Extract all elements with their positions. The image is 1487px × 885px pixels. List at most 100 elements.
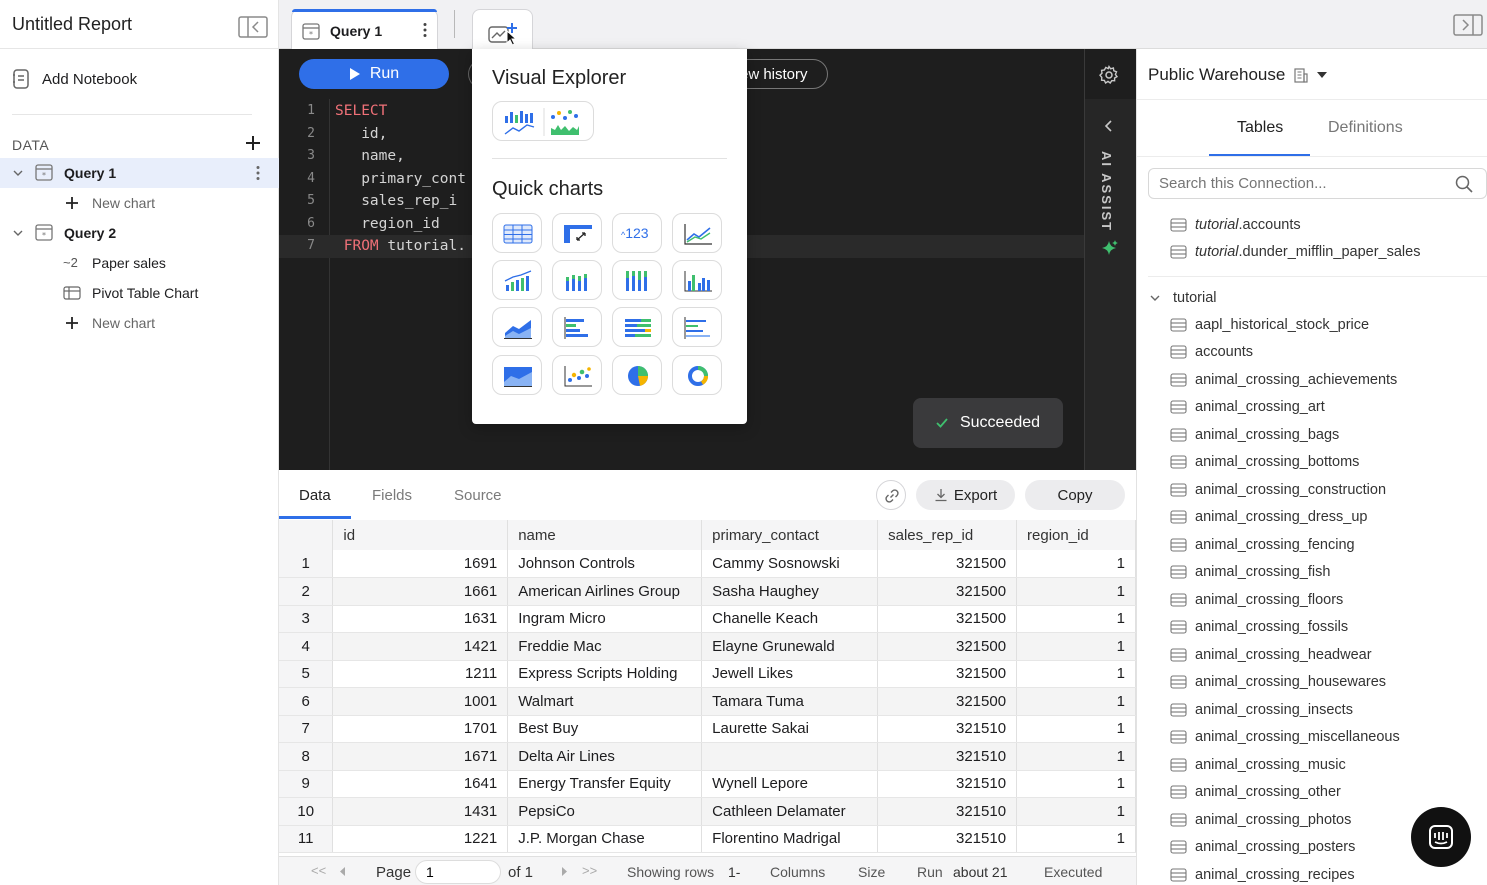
table-item[interactable]: animal_crossing_dress_up (1170, 504, 1368, 532)
table-item[interactable]: aapl_historical_stock_price (1170, 311, 1369, 339)
pinned-table-item[interactable]: tutorial.dunder_mifflin_paper_sales (1170, 239, 1420, 267)
more-vertical-icon[interactable] (255, 165, 261, 181)
chart-type-stacked-horizontal-bar[interactable] (612, 307, 662, 347)
table-item[interactable]: animal_crossing_insects (1170, 696, 1353, 724)
tab-tables[interactable]: Tables (1237, 119, 1283, 137)
chart-type-100-stacked-bar[interactable] (612, 260, 662, 300)
table-cell: 1 (1016, 577, 1136, 606)
chart-type-bar-line[interactable] (492, 260, 542, 300)
settings-gear-icon[interactable] (1099, 65, 1119, 85)
table-header: id name primary_contact sales_rep_id region_… (279, 520, 1136, 550)
chart-type-pie[interactable] (612, 355, 662, 395)
table-item[interactable]: animal_crossing_floors (1170, 586, 1343, 614)
tab-definitions[interactable]: Definitions (1328, 119, 1403, 137)
add-data-icon[interactable] (245, 135, 261, 151)
table-item[interactable]: animal_crossing_photos (1170, 806, 1351, 834)
chart-type-bar-list[interactable] (672, 307, 722, 347)
new-chart-button[interactable]: New chart (0, 188, 279, 218)
table-item[interactable]: animal_crossing_fencing (1170, 531, 1355, 559)
column-header[interactable]: sales_rep_id (877, 520, 1018, 550)
tree-item-query-1[interactable]: * Query 1 (0, 158, 279, 188)
run-button[interactable]: Run (299, 59, 449, 89)
search-input[interactable] (1149, 169, 1449, 198)
table-item[interactable]: animal_crossing_bottoms (1170, 449, 1359, 477)
table-row[interactable]: 8 1671 Delta Air Lines 321510 1 (279, 742, 1136, 771)
column-header[interactable]: id (332, 520, 509, 550)
table-row[interactable]: 10 1431 PepsiCo Cathleen Delamater 321510 1 (279, 797, 1136, 826)
chat-launcher-button[interactable] (1411, 807, 1471, 867)
table-item[interactable]: animal_crossing_posters (1170, 834, 1355, 862)
schema-tutorial[interactable]: tutorial (1149, 290, 1217, 306)
table-item[interactable]: animal_crossing_achievements (1170, 366, 1397, 394)
chart-type-horizontal-bar[interactable] (552, 307, 602, 347)
page-number-input[interactable] (415, 860, 501, 884)
table-row[interactable]: 3 1631 Ingram Micro Chanelle Keach 321500 1 (279, 605, 1136, 633)
prev-page-icon[interactable] (340, 867, 346, 876)
table-row[interactable]: 6 1001 Walmart Tamara Tuma 321500 1 (279, 687, 1136, 716)
table-item[interactable]: animal_crossing_construction (1170, 476, 1386, 504)
copy-link-button[interactable] (876, 480, 906, 510)
chart-type-stacked-area[interactable] (492, 355, 542, 395)
column-header[interactable]: primary_contact (701, 520, 879, 550)
tab-fields[interactable]: Fields (372, 487, 412, 504)
tab-query-1[interactable]: * Query 1 (291, 9, 438, 49)
add-chart-tab-button[interactable] (472, 9, 533, 49)
table-row[interactable]: 4 1421 Freddie Mac Elayne Grunewald 321500 1 (279, 632, 1136, 661)
chart-type-pivot-table[interactable] (552, 213, 602, 253)
table-row[interactable]: 7 1701 Best Buy Laurette Sakai 321510 1 (279, 715, 1136, 743)
table-item[interactable]: animal_crossing_art (1170, 394, 1325, 422)
chevron-left-icon[interactable] (1103, 119, 1113, 133)
table-item[interactable]: animal_crossing_miscellaneous (1170, 724, 1400, 752)
chart-type-area[interactable] (492, 307, 542, 347)
search-icon[interactable] (1455, 175, 1473, 193)
table-item[interactable]: animal_crossing_headwear (1170, 641, 1372, 669)
warehouse-selector[interactable]: Public Warehouse (1148, 65, 1328, 85)
chart-type-line[interactable] (672, 213, 722, 253)
table-row[interactable]: 2 1661 American Airlines Group Sasha Haughe… (279, 577, 1136, 606)
report-title[interactable]: Untitled Report (12, 14, 132, 35)
chart-type-grouped-bar[interactable] (672, 260, 722, 300)
table-item[interactable]: animal_crossing_music (1170, 751, 1346, 779)
status-text: Succeeded (959, 414, 1041, 431)
chart-type-stacked-bar[interactable] (552, 260, 602, 300)
collapse-sidebar-icon[interactable] (238, 15, 268, 39)
chevron-down-icon[interactable] (12, 167, 24, 179)
chart-type-metric[interactable]: ^123 (612, 213, 662, 253)
chart-type-donut[interactable] (672, 355, 722, 395)
more-vertical-icon[interactable] (422, 22, 428, 38)
chevron-down-icon[interactable] (12, 227, 24, 239)
table-row[interactable]: 1 1691 Johnson Controls Cammy Sosnowski 3215… (279, 550, 1136, 578)
table-item[interactable]: accounts (1170, 339, 1253, 367)
table-item[interactable]: animal_crossing_bags (1170, 421, 1339, 449)
search-box[interactable] (1148, 168, 1487, 199)
table-row[interactable]: 5 1211 Express Scripts Holding Jewell Likes… (279, 660, 1136, 688)
tab-source[interactable]: Source (454, 487, 502, 504)
chart-type-scatter[interactable] (552, 355, 602, 395)
column-header[interactable]: region_id (1016, 520, 1136, 550)
export-button[interactable]: Export (916, 480, 1015, 510)
add-notebook-button[interactable]: Add Notebook (12, 69, 137, 89)
table-row[interactable]: 9 1641 Energy Transfer Equity Wynell Lepore… (279, 770, 1136, 798)
table-item[interactable]: animal_crossing_recipes (1170, 861, 1355, 885)
table-item[interactable]: animal_crossing_housewares (1170, 669, 1386, 697)
table-item[interactable]: animal_crossing_other (1170, 779, 1341, 807)
new-chart-button[interactable]: New chart (0, 308, 279, 338)
copy-button[interactable]: Copy (1025, 480, 1125, 510)
table-row[interactable]: 11 1221 J.P. Morgan Chase Florentino Madrig… (279, 825, 1136, 853)
first-page-icon[interactable]: << (311, 863, 326, 878)
collapse-right-panel-icon[interactable] (1453, 14, 1483, 36)
ai-assist-panel[interactable]: AI ASSIST (1085, 99, 1136, 470)
last-page-icon[interactable]: >> (582, 863, 597, 878)
table-item[interactable]: animal_crossing_fish (1170, 559, 1330, 587)
plus-icon (66, 197, 78, 209)
column-header[interactable]: name (507, 520, 703, 550)
visual-explorer-button[interactable] (492, 101, 594, 141)
chart-item-paper-sales[interactable]: ~2 Paper sales (0, 248, 279, 278)
table-item[interactable]: animal_crossing_fossils (1170, 614, 1348, 642)
pinned-table-item[interactable]: tutorial.accounts (1170, 211, 1301, 239)
chart-item-pivot-table[interactable]: Pivot Table Chart (0, 278, 279, 308)
tree-item-query-2[interactable]: * Query 2 (0, 218, 279, 248)
chart-type-table[interactable] (492, 213, 542, 253)
next-page-icon[interactable] (561, 867, 567, 876)
tab-data[interactable]: Data (299, 487, 331, 504)
